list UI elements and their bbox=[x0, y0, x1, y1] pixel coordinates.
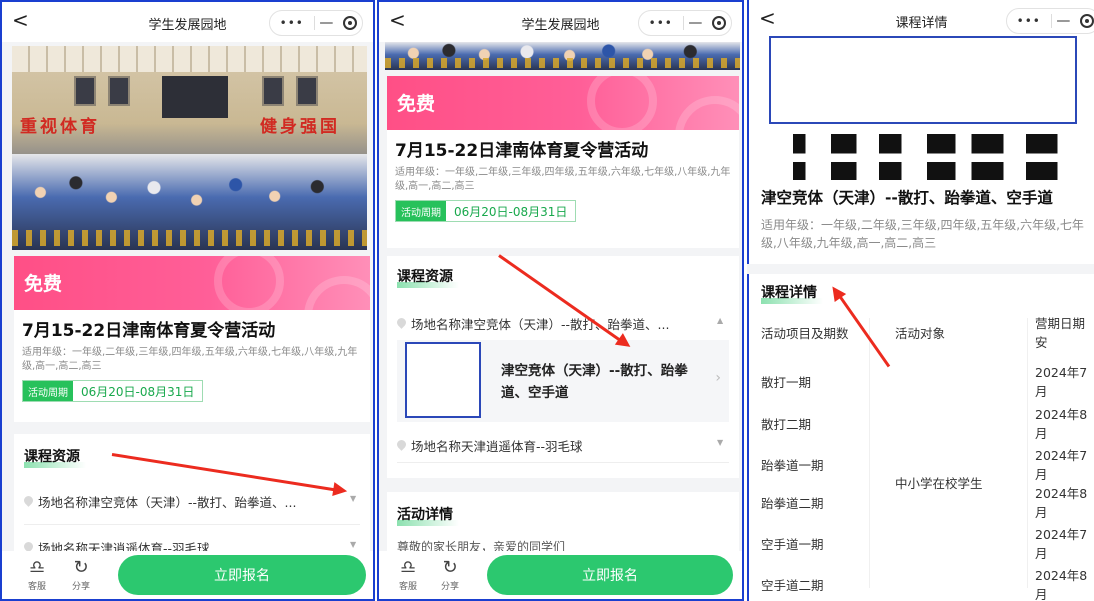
event-info-card: 7月15-22日津南体育夏令营活动 适用年级：一年级,二年级,三年级,四年级,五… bbox=[387, 130, 739, 248]
venue-item[interactable]: 场地名称津空竞体（天津）--散打、跆拳道、... bbox=[24, 492, 364, 511]
service-icon: ♎︎ bbox=[399, 557, 417, 578]
minimize-icon[interactable]: — bbox=[315, 15, 339, 31]
service-button[interactable]: ♎︎ 客服 bbox=[28, 557, 46, 592]
service-label: 客服 bbox=[28, 582, 47, 592]
grade-list: 适用年级：一年级,二年级,三年级,四年级,五年级,六年级,七年级,八年级,九年级… bbox=[395, 167, 731, 192]
grade-list: 适用年级：一年级,二年级,三年级,四年级,五年级,六年级,七年级,八年级,九年级… bbox=[761, 218, 1084, 250]
signup-button[interactable]: 立即报名 bbox=[118, 555, 366, 595]
date-cell: 2024年8月 bbox=[1035, 407, 1088, 441]
date-cell: 2024年7月 bbox=[1035, 527, 1088, 561]
grade-list: 适用年级：一年级,二年级,三年级,四年级,五年级,六年级,七年级,八年级,九年级… bbox=[22, 347, 358, 372]
record-icon[interactable] bbox=[707, 16, 731, 30]
item-cell: 空手道二期 bbox=[761, 577, 824, 593]
share-button[interactable]: ↻ 分享 bbox=[441, 557, 459, 592]
triangle-up-icon[interactable]: ▲ bbox=[717, 316, 723, 325]
course-title: 津空竞体（天津）--散打、跆拳道、空手道 bbox=[761, 189, 1053, 207]
table-row: 空手道一期 2024年7月 bbox=[761, 525, 1094, 561]
more-icon[interactable]: ••• bbox=[639, 16, 683, 30]
share-icon: ↻ bbox=[73, 557, 89, 578]
table-row: 散打一期 2024年7月 bbox=[761, 363, 1094, 399]
venue-name: 场地名称天津逍遥体育--羽毛球 bbox=[411, 439, 583, 454]
section-title: 课程详情 bbox=[761, 282, 823, 304]
period-range: 06月20日-08月31日 bbox=[81, 384, 195, 399]
service-label: 客服 bbox=[399, 582, 418, 592]
column-header: 活动项目及期数 bbox=[761, 325, 849, 341]
period-tag: 活动周期 bbox=[396, 201, 446, 221]
item-cell: 空手道一期 bbox=[761, 536, 824, 552]
section-title: 课程资源 bbox=[397, 266, 459, 288]
venue-item[interactable]: 场地名称天津逍遥体育--羽毛球 bbox=[397, 436, 697, 455]
nav-bar: < 学生发展园地 ••• — bbox=[2, 2, 373, 42]
pin-icon bbox=[24, 496, 33, 508]
period-badge: 活动周期 06月20日-08月31日 bbox=[395, 200, 577, 222]
course-resource-card: 课程资源 场地名称津空竞体（天津）--散打、跆拳道、... ▲ 津空竞体（天津）… bbox=[387, 256, 739, 478]
share-label: 分享 bbox=[72, 582, 91, 592]
course-name: 津空竞体（天津）--散打、跆拳道、空手道 bbox=[501, 363, 688, 401]
item-cell: 散打一期 bbox=[761, 374, 812, 390]
table-header: 活动项目及期数 活动对象 营期日期安 bbox=[761, 314, 1094, 350]
nav-bar: < 学生发展园地 ••• — bbox=[379, 2, 742, 42]
pin-icon bbox=[397, 440, 406, 452]
event-info-card: 7月15-22日津南体育夏令营活动 适用年级：一年级,二年级,三年级,四年级,五… bbox=[14, 310, 370, 422]
item-cell: 跆拳道二期 bbox=[761, 495, 824, 511]
bottom-action-bar: ♎︎ 客服 ↻ 分享 立即报名 bbox=[2, 551, 373, 599]
course-thumbnail bbox=[405, 342, 481, 418]
phone-screen-course-detail: < 课程详情 ••• — 津空竞体（天津）--散打、跆拳道、空手道 适用年级：一… bbox=[747, 0, 1094, 601]
price-label: 免费 bbox=[24, 273, 63, 295]
course-resource-card: 课程资源 场地名称津空竞体（天津）--散打、跆拳道、... ▼ 场地名称天津逍遥… bbox=[14, 434, 370, 564]
photo-slogan-left: 重视体育 bbox=[20, 117, 100, 137]
share-button[interactable]: ↻ 分享 bbox=[72, 557, 90, 592]
share-icon: ↻ bbox=[442, 557, 458, 578]
mini-program-capsule: ••• — bbox=[638, 10, 732, 36]
photo-slogan-right: 健身强国 bbox=[260, 117, 340, 137]
hero-photo-strip bbox=[385, 42, 740, 70]
record-icon[interactable] bbox=[1075, 14, 1094, 28]
service-icon: ♎︎ bbox=[28, 557, 46, 578]
venue-name: 场地名称津空竞体（天津）--散打、跆拳道、... bbox=[411, 317, 670, 332]
price-label: 免费 bbox=[397, 93, 436, 115]
date-cell: 2024年8月 bbox=[1035, 568, 1088, 601]
column-header: 活动对象 bbox=[895, 325, 946, 341]
event-title: 7月15-22日津南体育夏令营活动 bbox=[22, 321, 276, 341]
period-badge: 活动周期 06月20日-08月31日 bbox=[22, 380, 204, 402]
hero-photo: 重视体育 健身强国 bbox=[12, 46, 367, 250]
redacted-cover-box bbox=[769, 36, 1077, 124]
course-item[interactable]: 津空竞体（天津）--散打、跆拳道、空手道 › bbox=[397, 340, 729, 422]
column-header: 营期日期安 bbox=[1035, 316, 1086, 350]
period-tag: 活动周期 bbox=[23, 381, 73, 401]
section-title: 活动详情 bbox=[397, 504, 459, 526]
item-cell: 散打二期 bbox=[761, 416, 812, 432]
more-icon[interactable]: ••• bbox=[270, 16, 314, 30]
chevron-right-icon: › bbox=[715, 370, 721, 386]
more-icon[interactable]: ••• bbox=[1007, 14, 1051, 28]
minimize-icon[interactable]: — bbox=[684, 15, 708, 31]
event-title: 7月15-22日津南体育夏令营活动 bbox=[395, 141, 649, 161]
share-label: 分享 bbox=[441, 582, 460, 592]
pin-icon bbox=[397, 318, 406, 330]
price-banner: 免费 bbox=[387, 76, 739, 130]
table-row: 空手道二期 2024年8月 bbox=[761, 566, 1094, 601]
record-icon[interactable] bbox=[338, 16, 362, 30]
venue-name: 场地名称津空竞体（天津）--散打、跆拳道、... bbox=[38, 495, 297, 510]
table-row: 散打二期 2024年8月 bbox=[761, 405, 1094, 441]
triangle-down-icon[interactable]: ▼ bbox=[350, 540, 356, 549]
table-row: 跆拳道二期 2024年8月 bbox=[761, 484, 1094, 520]
date-cell: 2024年7月 bbox=[1035, 365, 1088, 399]
nav-bar: < 课程详情 ••• — bbox=[749, 0, 1094, 40]
phone-screen-expanded: < 学生发展园地 ••• — 免费 7月15-22日津南体育夏令营活动 适用年级… bbox=[377, 0, 744, 601]
mini-program-capsule: ••• — bbox=[1006, 8, 1094, 34]
venue-item-expanded[interactable]: 场地名称津空竞体（天津）--散打、跆拳道、... bbox=[397, 314, 697, 333]
price-banner: 免费 bbox=[14, 256, 370, 310]
section-title: 课程资源 bbox=[24, 446, 86, 468]
signup-button[interactable]: 立即报名 bbox=[487, 555, 733, 595]
mini-program-capsule: ••• — bbox=[269, 10, 363, 36]
service-button[interactable]: ♎︎ 客服 bbox=[399, 557, 417, 592]
minimize-icon[interactable]: — bbox=[1052, 13, 1076, 29]
bottom-action-bar: ♎︎ 客服 ↻ 分享 立即报名 bbox=[379, 551, 742, 599]
triangle-down-icon[interactable]: ▼ bbox=[717, 438, 723, 447]
phone-screen-home: < 学生发展园地 ••• — 重视体育 健身强国 免费 7月15-22日津南体育… bbox=[0, 0, 375, 601]
period-range: 06月20日-08月31日 bbox=[454, 204, 568, 219]
date-cell: 2024年8月 bbox=[1035, 486, 1088, 520]
triangle-down-icon[interactable]: ▼ bbox=[350, 494, 356, 503]
